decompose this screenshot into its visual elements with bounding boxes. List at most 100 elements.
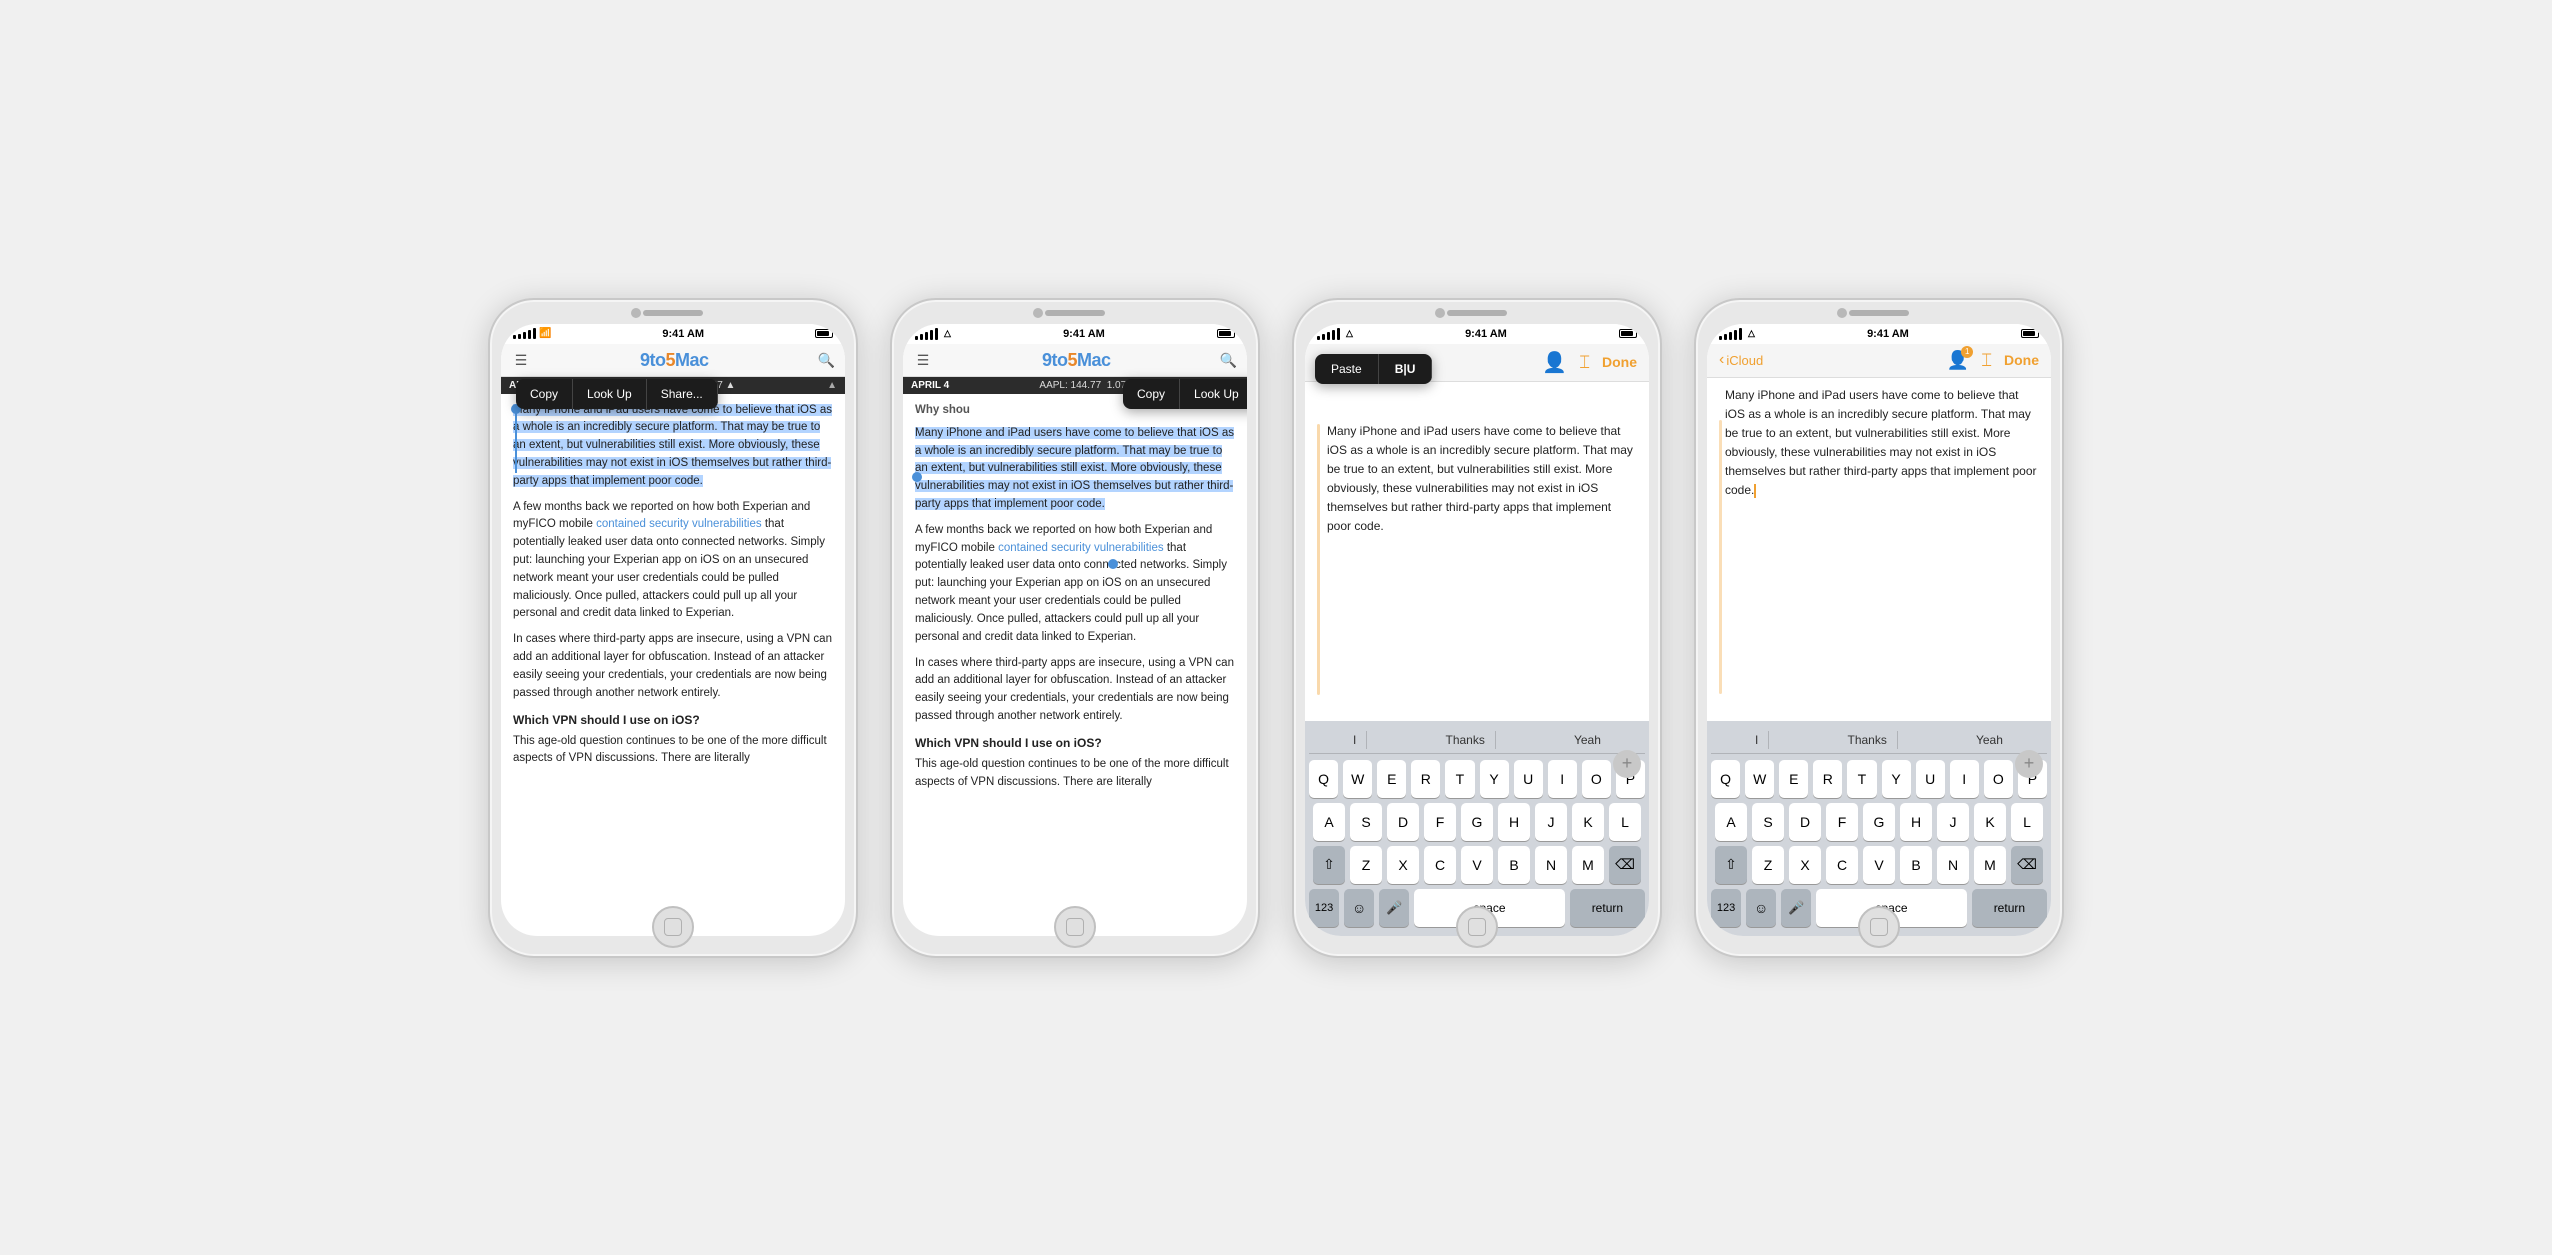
plus-btn-3[interactable]: + <box>1613 750 1641 778</box>
key-mic-3[interactable]: 🎤 <box>1379 889 1409 927</box>
key-h-4[interactable]: H <box>1900 803 1932 841</box>
safari-search-btn-1[interactable]: 🔍 <box>818 352 835 369</box>
key-z-4[interactable]: Z <box>1752 846 1784 884</box>
suggestion-yeah-3[interactable]: Yeah <box>1564 731 1611 749</box>
key-shift-4[interactable]: ⇧ <box>1715 846 1747 884</box>
key-u-3[interactable]: U <box>1514 760 1543 798</box>
key-c-3[interactable]: C <box>1424 846 1456 884</box>
key-c-4[interactable]: C <box>1826 846 1858 884</box>
key-v-3[interactable]: V <box>1461 846 1493 884</box>
suggestion-thanks-3[interactable]: Thanks <box>1436 731 1496 749</box>
key-o-3[interactable]: O <box>1582 760 1611 798</box>
key-s-3[interactable]: S <box>1350 803 1382 841</box>
key-e-4[interactable]: E <box>1779 760 1808 798</box>
key-u-4[interactable]: U <box>1916 760 1945 798</box>
notes-content-3[interactable]: Many iPhone and iPad users have come to … <box>1305 382 1649 721</box>
key-s-4[interactable]: S <box>1752 803 1784 841</box>
key-f-4[interactable]: F <box>1826 803 1858 841</box>
key-z-3[interactable]: Z <box>1350 846 1382 884</box>
key-backspace-3[interactable]: ⌫ <box>1609 846 1641 884</box>
key-r-4[interactable]: R <box>1813 760 1842 798</box>
article-link-1[interactable]: contained security vulnerabilities <box>596 518 762 530</box>
suggestion-i-4[interactable]: I <box>1745 731 1769 749</box>
article-link-2[interactable]: contained security vulnerabilities <box>998 542 1164 554</box>
key-123-3[interactable]: 123 <box>1309 889 1339 927</box>
key-q-4[interactable]: Q <box>1711 760 1740 798</box>
key-x-4[interactable]: X <box>1789 846 1821 884</box>
key-shift-3[interactable]: ⇧ <box>1313 846 1345 884</box>
key-x-3[interactable]: X <box>1387 846 1419 884</box>
key-a-3[interactable]: A <box>1313 803 1345 841</box>
signal-icon-3 <box>1317 328 1340 340</box>
home-button-4[interactable] <box>1858 906 1900 948</box>
context-copy-1[interactable]: Copy <box>516 379 573 409</box>
plus-btn-4[interactable]: + <box>2015 750 2043 778</box>
key-e-3[interactable]: E <box>1377 760 1406 798</box>
key-n-4[interactable]: N <box>1937 846 1969 884</box>
context-lookup-1[interactable]: Look Up <box>573 379 647 409</box>
key-b-3[interactable]: B <box>1498 846 1530 884</box>
key-123-4[interactable]: 123 <box>1711 889 1741 927</box>
context-share-1[interactable]: Share... <box>647 379 718 409</box>
keyboard-row-2-3: A S D F G H J K L <box>1309 803 1645 841</box>
safari-menu-btn-2[interactable]: ☰ <box>913 352 933 369</box>
key-return-3[interactable]: return <box>1570 889 1645 927</box>
key-emoji-3[interactable]: ☺ <box>1344 889 1374 927</box>
safari-search-btn-2[interactable]: 🔍 <box>1220 352 1237 369</box>
suggestion-thanks-4[interactable]: Thanks <box>1838 731 1898 749</box>
paste-btn-3[interactable]: Paste <box>1315 354 1379 384</box>
home-button-1[interactable] <box>652 906 694 948</box>
key-t-3[interactable]: T <box>1445 760 1474 798</box>
context-lookup-2[interactable]: Look Up <box>1180 379 1247 409</box>
key-a-4[interactable]: A <box>1715 803 1747 841</box>
suggestion-yeah-4[interactable]: Yeah <box>1966 731 2013 749</box>
key-m-3[interactable]: M <box>1572 846 1604 884</box>
key-i-3[interactable]: I <box>1548 760 1577 798</box>
key-b-4[interactable]: B <box>1900 846 1932 884</box>
key-mic-4[interactable]: 🎤 <box>1781 889 1811 927</box>
key-t-4[interactable]: T <box>1847 760 1876 798</box>
key-l-4[interactable]: L <box>2011 803 2043 841</box>
key-k-3[interactable]: K <box>1572 803 1604 841</box>
key-d-3[interactable]: D <box>1387 803 1419 841</box>
user-icon-3[interactable]: 👤 <box>1542 350 1567 375</box>
key-w-4[interactable]: W <box>1745 760 1774 798</box>
key-j-4[interactable]: J <box>1937 803 1969 841</box>
key-d-4[interactable]: D <box>1789 803 1821 841</box>
suggestion-i-3[interactable]: I <box>1343 731 1367 749</box>
key-n-3[interactable]: N <box>1535 846 1567 884</box>
notes-done-3[interactable]: Done <box>1602 354 1637 370</box>
key-y-4[interactable]: Y <box>1882 760 1911 798</box>
key-g-3[interactable]: G <box>1461 803 1493 841</box>
key-i-4[interactable]: I <box>1950 760 1979 798</box>
key-r-3[interactable]: R <box>1411 760 1440 798</box>
key-g-4[interactable]: G <box>1863 803 1895 841</box>
key-backspace-4[interactable]: ⌫ <box>2011 846 2043 884</box>
home-button-2[interactable] <box>1054 906 1096 948</box>
key-j-3[interactable]: J <box>1535 803 1567 841</box>
context-copy-2[interactable]: Copy <box>1123 379 1180 409</box>
notes-content-4[interactable]: Many iPhone and iPad users have come to … <box>1707 378 2051 721</box>
home-button-3[interactable] <box>1456 906 1498 948</box>
key-v-4[interactable]: V <box>1863 846 1895 884</box>
notes-back-4[interactable]: ‹ iCloud <box>1719 351 1763 369</box>
key-w-3[interactable]: W <box>1343 760 1372 798</box>
key-return-4[interactable]: return <box>1972 889 2047 927</box>
key-q-3[interactable]: Q <box>1309 760 1338 798</box>
safari-menu-btn-1[interactable]: ☰ <box>511 352 531 369</box>
share-icon-3[interactable]: ⌶ <box>1579 352 1590 373</box>
key-l-3[interactable]: L <box>1609 803 1641 841</box>
key-m-4[interactable]: M <box>1974 846 2006 884</box>
key-y-3[interactable]: Y <box>1480 760 1509 798</box>
notes-cursor-4 <box>1754 484 1756 498</box>
key-k-4[interactable]: K <box>1974 803 2006 841</box>
bold-btn-3[interactable]: B|U <box>1379 354 1433 384</box>
user-badge-icon-4[interactable]: 👤 1 <box>1947 350 1969 371</box>
notes-done-4[interactable]: Done <box>2004 352 2039 368</box>
key-f-3[interactable]: F <box>1424 803 1456 841</box>
key-emoji-4[interactable]: ☺ <box>1746 889 1776 927</box>
share-icon-4[interactable]: ⌶ <box>1981 350 1992 371</box>
key-h-3[interactable]: H <box>1498 803 1530 841</box>
key-o-4[interactable]: O <box>1984 760 2013 798</box>
status-bar-4: △ 9:41 AM <box>1707 324 2051 344</box>
